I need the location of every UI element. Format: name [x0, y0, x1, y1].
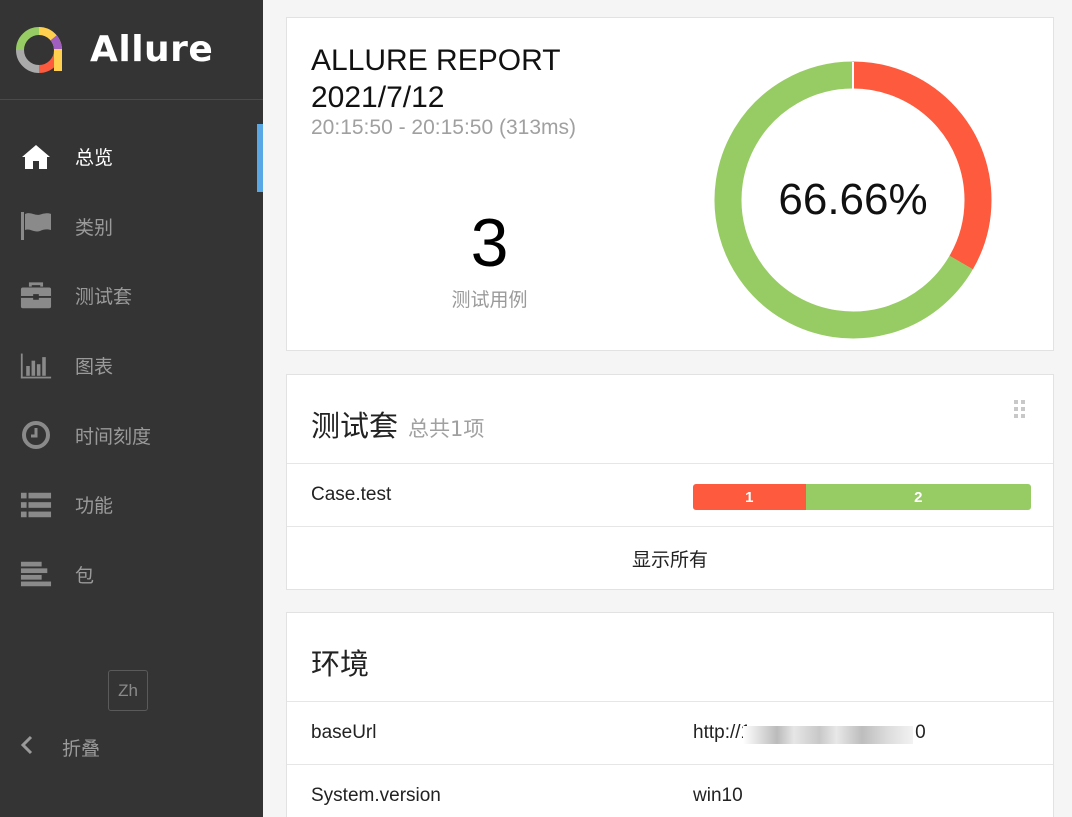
suites-widget: 测试套 总共1项 Case.test 1 2 显示所有	[286, 374, 1054, 590]
test-case-count: 3	[470, 205, 509, 281]
suites-title: 测试套 总共1项	[311, 403, 484, 445]
env-value-suffix: 0	[915, 722, 926, 743]
sidebar-item-label: 测试套	[75, 286, 133, 309]
success-rate-percent: 66.66%	[778, 175, 927, 224]
summary-widget: ALLURE REPORT 2021/7/12 20:15:50 - 20:15…	[286, 17, 1054, 351]
test-case-count-label: 测试用例	[451, 289, 528, 311]
sidebar-nav: 总览 类别 测试套 图表 时间刻度 功能 包	[0, 122, 263, 609]
table-row[interactable]: Case.test 1 2	[287, 464, 1053, 527]
sidebar-item-packages[interactable]: 包	[0, 540, 263, 610]
report-title-line: ALLURE REPORT	[311, 44, 561, 77]
report-time-range: 20:15:50 - 20:15:50 (313ms)	[311, 116, 577, 139]
table-row: baseUrl http://1 0	[287, 702, 1053, 765]
sidebar-item-suites[interactable]: 测试套	[0, 261, 263, 331]
sidebar-item-label: 包	[75, 564, 95, 587]
show-all-link[interactable]: 显示所有	[287, 527, 1053, 590]
env-key: baseUrl	[311, 722, 377, 743]
clock-icon	[20, 419, 52, 451]
briefcase-icon	[20, 280, 52, 312]
report-title: ALLURE REPORT 2021/7/12	[311, 42, 561, 116]
env-value: win10	[693, 785, 743, 806]
allure-logo-icon	[16, 26, 62, 73]
report-date: 2021/7/12	[311, 81, 445, 114]
sidebar-item-label: 总览	[75, 147, 114, 170]
sidebar-item-graphs[interactable]: 图表	[0, 331, 263, 401]
success-rate-donut[interactable]: 66.66%	[707, 50, 1007, 350]
sidebar-item-behaviors[interactable]: 功能	[0, 470, 263, 540]
environment-header: 环境	[287, 613, 1053, 702]
environment-title: 环境	[311, 647, 370, 681]
sidebar-item-categories[interactable]: 类别	[0, 192, 263, 262]
brand-title: Allure	[90, 29, 214, 70]
flag-icon	[20, 210, 52, 242]
status-bar-passed: 2	[805, 484, 1031, 510]
sidebar-item-label: 图表	[75, 356, 114, 379]
align-left-icon	[20, 558, 52, 590]
suite-status-bar[interactable]: 1 2	[693, 484, 1031, 510]
bar-chart-icon	[20, 350, 52, 382]
drag-handle-icon[interactable]	[1013, 399, 1027, 419]
sidebar-item-label: 类别	[75, 216, 114, 239]
collapse-button[interactable]: 折叠	[20, 727, 100, 767]
suites-header: 测试套 总共1项	[287, 375, 1053, 464]
redacted-region	[743, 726, 913, 744]
suite-name: Case.test	[311, 484, 392, 505]
list-icon	[20, 489, 52, 521]
status-bar-failed: 1	[693, 484, 806, 510]
chevron-left-icon	[20, 735, 34, 760]
language-button[interactable]: Zh	[108, 670, 148, 711]
table-row: System.version win10	[287, 765, 1053, 817]
collapse-label: 折叠	[62, 737, 101, 760]
brand[interactable]: Allure	[0, 0, 263, 100]
sidebar-item-label: 时间刻度	[75, 425, 152, 448]
suites-title-text: 测试套	[311, 409, 399, 443]
suites-count: 总共1项	[408, 417, 485, 441]
environment-widget: 环境 baseUrl http://1 0 System.version win1…	[286, 612, 1054, 817]
sidebar-item-label: 功能	[75, 495, 114, 518]
sidebar-item-overview[interactable]: 总览	[0, 122, 263, 192]
home-icon	[20, 141, 52, 173]
sidebar: Allure 总览 类别 测试套 图表 时间刻度 功能 包 Zh 折叠	[0, 0, 263, 817]
env-key: System.version	[311, 785, 441, 806]
sidebar-item-timeline[interactable]: 时间刻度	[0, 400, 263, 470]
